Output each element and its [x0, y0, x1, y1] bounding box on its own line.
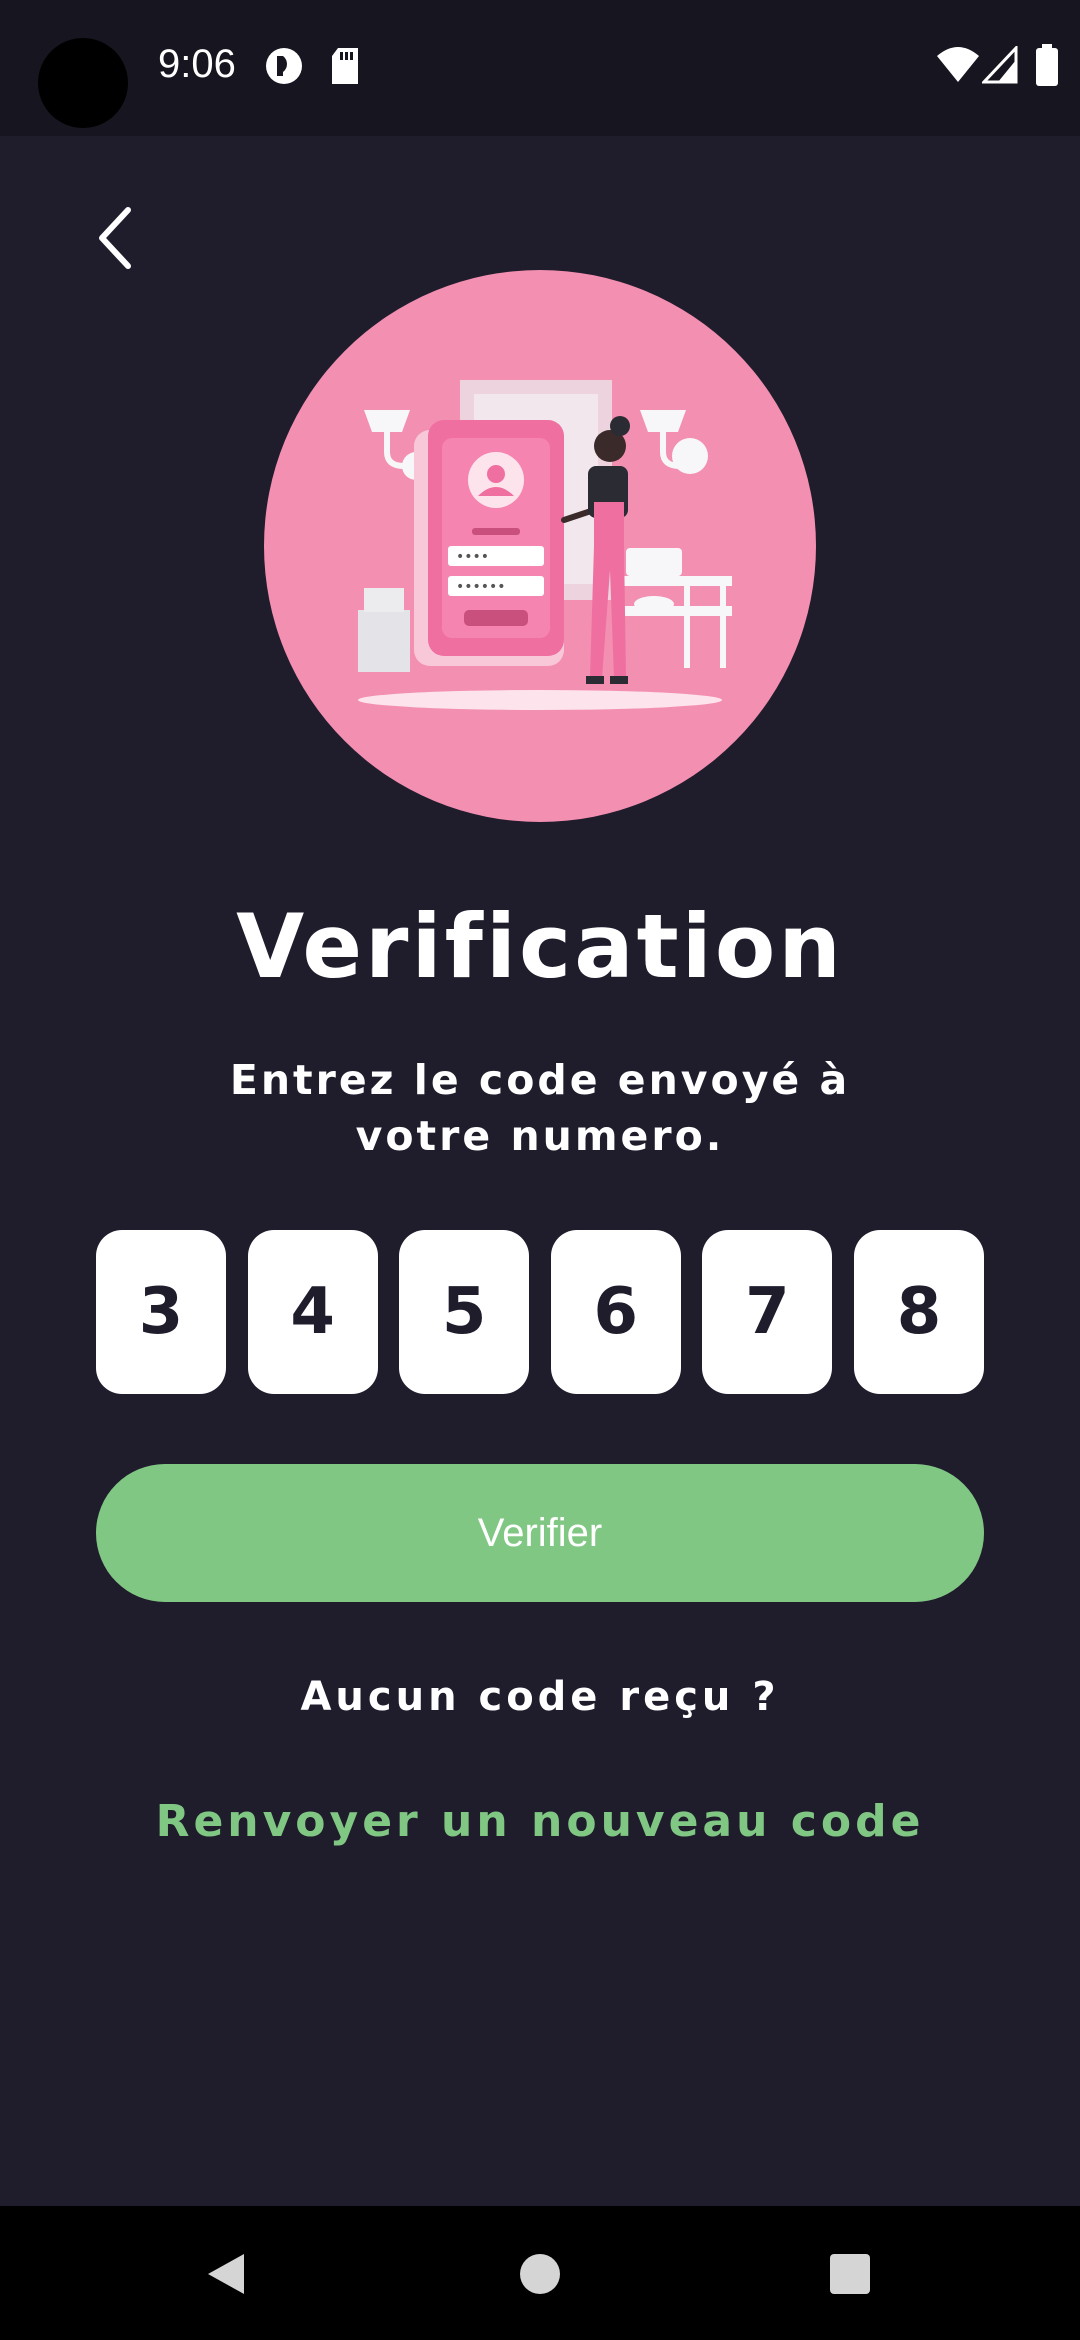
page-title: Verification	[236, 895, 844, 998]
nav-home-button[interactable]	[512, 2246, 568, 2302]
wifi-icon	[936, 46, 980, 88]
navigation-bar	[0, 2206, 1080, 2340]
signal-icon	[980, 44, 1018, 88]
nav-back-button[interactable]	[198, 2246, 254, 2302]
chevron-left-icon	[99, 207, 131, 269]
login-illustration: •••• ••••••	[358, 380, 732, 710]
otp-input-row: 3 4 5 6 7 8	[96, 1230, 984, 1394]
battery-icon	[1036, 44, 1058, 90]
page-subtitle: Entrez le code envoyé à votre numero.	[229, 1056, 851, 1160]
svg-text:••••••: ••••••	[456, 579, 506, 595]
verify-button[interactable]: Verifier	[96, 1464, 984, 1602]
otp-digit-5[interactable]: 7	[702, 1230, 833, 1394]
status-time: 9:06	[158, 42, 236, 86]
recents-square-icon	[830, 2254, 870, 2294]
otp-digit-4[interactable]: 6	[550, 1230, 681, 1394]
data-saver-icon	[264, 46, 304, 90]
resend-code-link[interactable]: Renvoyer un nouveau code	[0, 1796, 1080, 1847]
otp-digit-6[interactable]: 8	[853, 1230, 984, 1394]
back-button[interactable]	[76, 196, 152, 280]
sd-card-icon	[330, 46, 360, 90]
otp-digit-3[interactable]: 5	[399, 1230, 530, 1394]
status-bar: 9:06	[0, 0, 1080, 136]
otp-digit-2[interactable]: 4	[247, 1230, 378, 1394]
camera-hole	[38, 38, 128, 128]
hero-illustration: •••• ••••••	[264, 270, 816, 822]
otp-digit-1[interactable]: 3	[96, 1230, 226, 1394]
back-triangle-icon	[208, 2254, 244, 2294]
no-code-text: Aucun code reçu ?	[300, 1674, 780, 1720]
svg-text:••••: ••••	[456, 549, 489, 565]
nav-recents-button[interactable]	[822, 2246, 878, 2302]
home-circle-icon	[520, 2254, 560, 2294]
